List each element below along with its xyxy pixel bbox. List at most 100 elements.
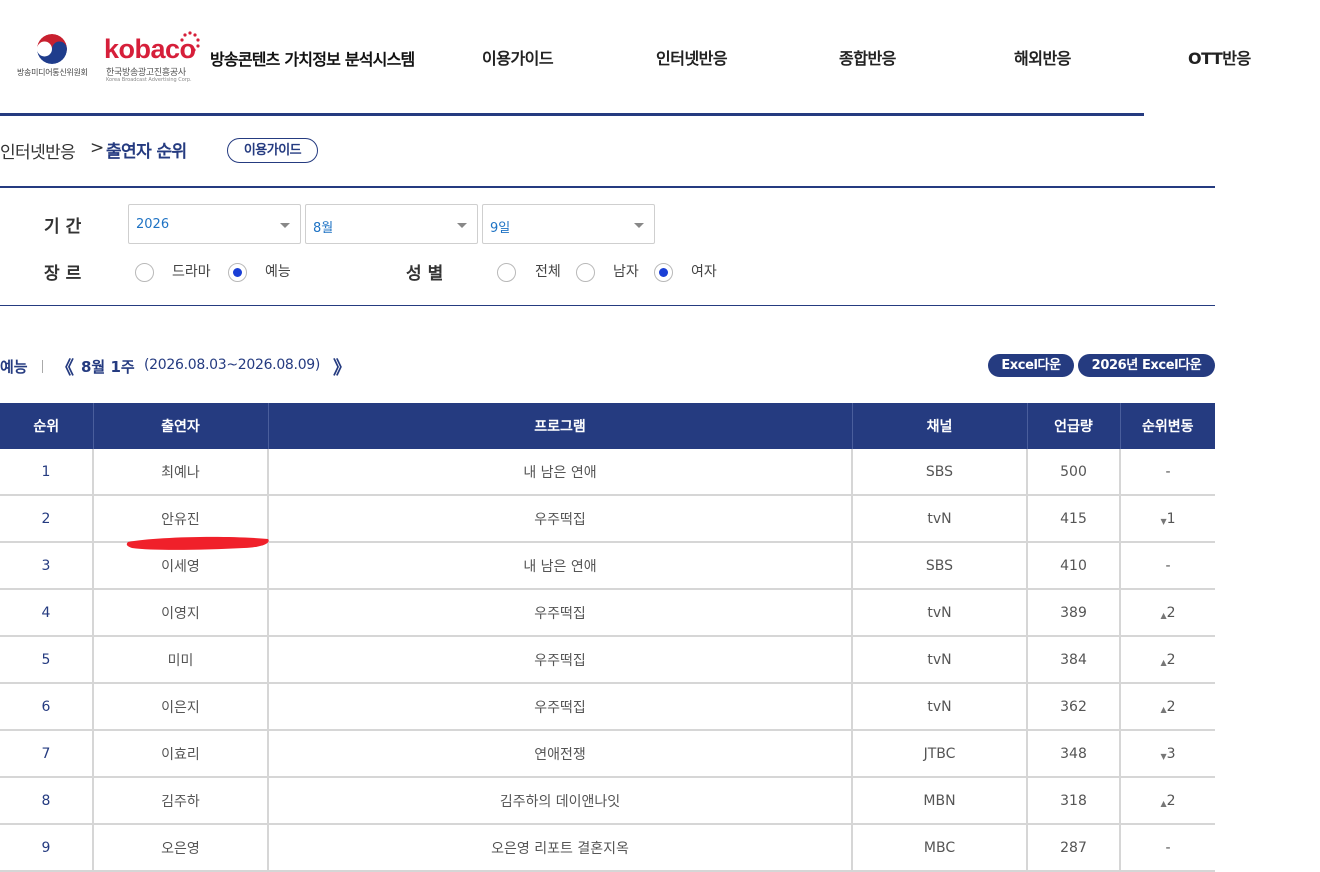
radio-gender-male[interactable]: [576, 263, 595, 282]
performer-cell: 최예나: [93, 449, 269, 496]
nav-ott-response[interactable]: OTT반응: [1188, 45, 1251, 69]
mentions-cell: 287: [1027, 824, 1121, 872]
performer-cell: 오은영: [93, 824, 269, 872]
prev-week-button[interactable]: 《: [56, 354, 74, 380]
channel-cell: SBS: [852, 542, 1028, 590]
rank-change-value: 3: [1166, 745, 1176, 762]
program-cell: 내 남은 연애: [268, 542, 853, 590]
column-header-rank-change: 순위변동: [1120, 403, 1215, 449]
section-divider-bottom: [0, 305, 1215, 306]
breadcrumb-parent[interactable]: 인터넷반응: [0, 138, 76, 163]
chevron-down-icon: [280, 223, 290, 228]
rank-cell: 1: [0, 449, 94, 496]
mentions-cell: 384: [1027, 636, 1121, 684]
program-cell: 우주떡집: [268, 636, 853, 684]
channel-cell: JTBC: [852, 730, 1028, 778]
radio-gender-male-label[interactable]: 남자: [613, 261, 639, 281]
column-header-rank: 순위: [0, 403, 94, 449]
year-select[interactable]: 2026: [128, 204, 301, 244]
kobaco-english-name: Korea Broadcast Advertising Corp.: [106, 77, 192, 83]
mentions-cell: 410: [1027, 542, 1121, 590]
channel-cell: MBC: [852, 824, 1028, 872]
gender-label: 성별: [406, 264, 450, 284]
rank-change-cell: -: [1120, 824, 1215, 872]
radio-genre-variety-label[interactable]: 예능: [265, 261, 291, 281]
mentions-cell: 500: [1027, 449, 1121, 496]
rank-cell: 7: [0, 730, 94, 778]
table-row[interactable]: 9 오은영 오은영 리포트 결혼지옥 MBC 287 -: [0, 824, 1215, 872]
month-select-value: 8월: [313, 221, 334, 236]
next-week-button[interactable]: 》: [333, 354, 351, 380]
table-row[interactable]: 4 이영지 우주떡집 tvN 389 ▲2: [0, 589, 1215, 637]
rank-change-cell: -: [1120, 449, 1215, 496]
rank-change-value: 1: [1166, 510, 1176, 527]
rank-cell: 3: [0, 542, 94, 590]
radio-gender-all[interactable]: [497, 263, 516, 282]
page-title: 출연자 순위: [106, 142, 187, 162]
week-select-value: 9일: [490, 221, 511, 236]
system-title: 방송콘텐츠 가치정보 분석시스템: [210, 50, 415, 69]
period-label: 기간: [44, 217, 88, 237]
category-label: 예능: [0, 358, 28, 376]
year-select-value: 2026: [136, 217, 170, 232]
rank-change-cell: ▼1: [1120, 495, 1215, 543]
rank-cell: 9: [0, 824, 94, 872]
section-divider-top: [0, 186, 1215, 188]
red-marker-annotation: [126, 536, 269, 550]
program-cell: 우주떡집: [268, 589, 853, 637]
excel-year-download-button[interactable]: 2026년 Excel다운: [1078, 354, 1215, 377]
radio-gender-female[interactable]: [654, 263, 673, 282]
channel-cell: SBS: [852, 449, 1028, 496]
rank-cell: 6: [0, 683, 94, 731]
radio-genre-drama-label[interactable]: 드라마: [172, 261, 211, 281]
program-cell: 우주떡집: [268, 683, 853, 731]
chevron-down-icon: [634, 223, 644, 228]
nav-guide[interactable]: 이용가이드: [482, 45, 554, 69]
table-row[interactable]: 6 이은지 우주떡집 tvN 362 ▲2: [0, 683, 1215, 731]
ranking-table: 순위 출연자 프로그램 채널 언급량 순위변동 1 최예나 내 남은 연애 SBS 50…: [0, 403, 1215, 872]
rank-change-cell: -: [1120, 542, 1215, 590]
rank-cell: 8: [0, 777, 94, 825]
channel-cell: tvN: [852, 683, 1028, 731]
table-row[interactable]: 7 이효리 연애전쟁 JTBC 348 ▼3: [0, 730, 1215, 778]
table-row[interactable]: 8 김주하 김주하의 데이앤나잇 MBN 318 ▲2: [0, 777, 1215, 825]
week-select[interactable]: 9일: [482, 204, 655, 244]
channel-cell: MBN: [852, 777, 1028, 825]
excel-download-button[interactable]: Excel다운: [988, 354, 1074, 377]
performer-cell: 이은지: [93, 683, 269, 731]
table-row[interactable]: 1 최예나 내 남은 연애 SBS 500 -: [0, 449, 1215, 496]
genre-label: 장르: [44, 264, 88, 284]
radio-genre-variety[interactable]: [228, 263, 247, 282]
ranking-table-body: 1 최예나 내 남은 연애 SBS 500-2 안유진 우주떡집 tvN 415 ▼1 3 이세영 내 …: [0, 449, 1215, 872]
program-cell: 내 남은 연애: [268, 449, 853, 496]
program-cell: 김주하의 데이앤나잇: [268, 777, 853, 825]
program-cell: 우주떡집: [268, 495, 853, 543]
rank-change-cell: ▲2: [1120, 636, 1215, 684]
column-header-program: 프로그램: [268, 403, 853, 449]
month-select[interactable]: 8월: [305, 204, 478, 244]
channel-cell: tvN: [852, 636, 1028, 684]
program-cell: 오은영 리포트 결혼지옥: [268, 824, 853, 872]
nav-overall-response[interactable]: 종합반응: [839, 45, 896, 69]
performer-cell: 미미: [93, 636, 269, 684]
week-title: 8월 1주: [81, 358, 135, 376]
kobaco-dots-icon: [180, 31, 200, 52]
performer-cell: 이효리: [93, 730, 269, 778]
rank-change-cell: ▲2: [1120, 683, 1215, 731]
rank-cell: 5: [0, 636, 94, 684]
mentions-cell: 318: [1027, 777, 1121, 825]
radio-genre-drama[interactable]: [135, 263, 154, 282]
usage-guide-button[interactable]: 이용가이드: [227, 138, 318, 163]
program-cell: 연애전쟁: [268, 730, 853, 778]
table-row[interactable]: 5 미미 우주떡집 tvN 384 ▲2: [0, 636, 1215, 684]
rank-change-value: -: [1165, 557, 1171, 574]
government-agency-name: 방송미디어통신위원회: [17, 68, 88, 77]
nav-overseas-response[interactable]: 해외반응: [1014, 45, 1071, 69]
radio-gender-female-label[interactable]: 여자: [691, 261, 717, 281]
nav-internet-response[interactable]: 인터넷반응: [656, 45, 728, 69]
rank-change-cell: ▲2: [1120, 589, 1215, 637]
radio-gender-all-label[interactable]: 전체: [535, 261, 561, 281]
rank-cell: 4: [0, 589, 94, 637]
chevron-down-icon: [457, 223, 467, 228]
column-header-mentions: 언급량: [1027, 403, 1121, 449]
